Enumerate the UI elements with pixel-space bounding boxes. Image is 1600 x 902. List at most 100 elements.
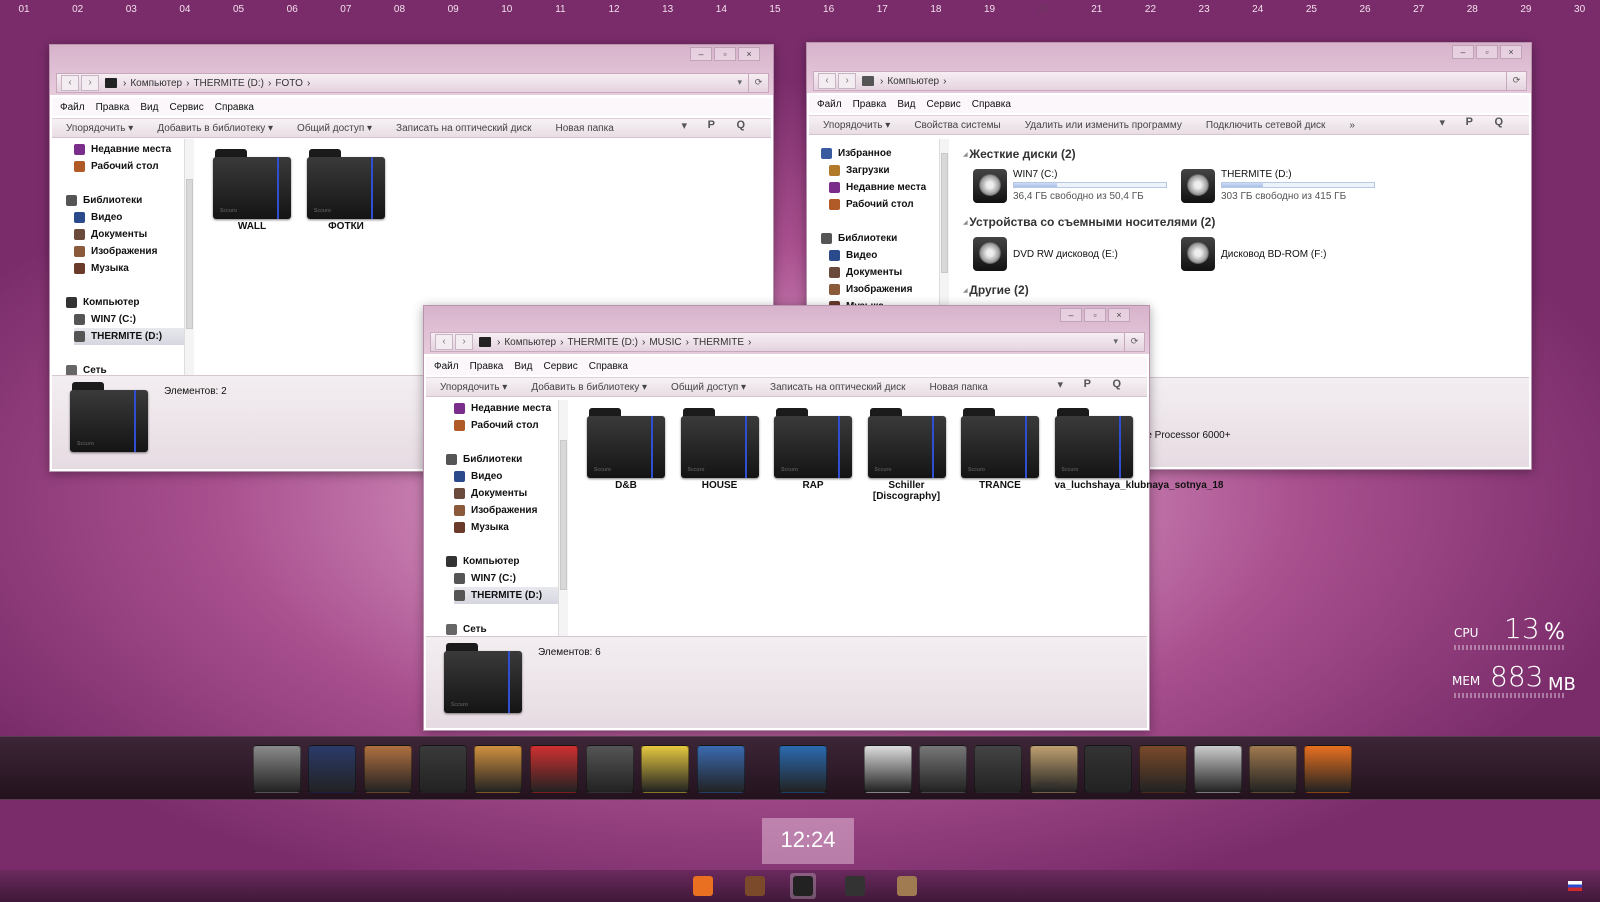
- menu-item[interactable]: Справка: [215, 102, 254, 113]
- folder-item[interactable]: Sccuro ФОТКИ: [307, 149, 385, 232]
- nav-item[interactable]: Документы: [74, 226, 194, 243]
- minimize-button[interactable]: –: [1060, 308, 1082, 322]
- toolbar-item[interactable]: Упорядочить ▾: [426, 382, 519, 393]
- day-number[interactable]: 10: [499, 4, 515, 20]
- refresh-button[interactable]: ⟳: [1124, 333, 1144, 351]
- group-header-other[interactable]: Другие (2): [963, 283, 1028, 297]
- explorer-window-music[interactable]: – ▫ × ‹ › › Компьютер › THERMITE (D:) › MUSIC…: [423, 305, 1223, 731]
- nav-item[interactable]: Загрузки: [829, 162, 949, 179]
- fox-app[interactable]: [1304, 745, 1352, 793]
- nav-item[interactable]: Музыка: [454, 519, 574, 536]
- gamepad-app[interactable]: [864, 745, 912, 793]
- menu-item[interactable]: Сервис: [926, 99, 960, 110]
- nav-item[interactable]: THERMITE (D:): [74, 328, 186, 345]
- nav-item[interactable]: Рабочий стол: [829, 196, 949, 213]
- toolbar-item[interactable]: Упорядочить ▾: [809, 120, 902, 131]
- chevron-down-icon[interactable]: ▾: [669, 119, 699, 132]
- nav-item[interactable]: Видео: [454, 468, 574, 485]
- day-number[interactable]: 11: [552, 4, 568, 20]
- day-number[interactable]: 02: [70, 4, 86, 20]
- nav-item[interactable]: Недавние места: [74, 141, 194, 158]
- close-button[interactable]: ×: [1500, 45, 1522, 59]
- chevron-down-icon[interactable]: ▾: [1045, 378, 1075, 391]
- suit-app[interactable]: [308, 745, 356, 793]
- refresh-button[interactable]: ⟳: [748, 74, 768, 92]
- day-number[interactable]: 15: [767, 4, 783, 20]
- group-header-removable[interactable]: Устройства со съемными носителями (2): [963, 215, 1215, 229]
- breadcrumb-item[interactable]: THERMITE: [693, 337, 744, 348]
- menu-item[interactable]: Правка: [853, 99, 887, 110]
- nav-item[interactable]: Документы: [829, 264, 949, 281]
- breadcrumb-item[interactable]: MUSIC: [649, 337, 681, 348]
- drive-item[interactable]: WIN7 (C:) 36,4 ГБ свободно из 50,4 ГБ: [973, 169, 1167, 203]
- day-number[interactable]: 25: [1303, 4, 1319, 20]
- toolbar-item[interactable]: Записать на оптический диск: [384, 123, 543, 134]
- back-button[interactable]: ‹: [818, 73, 836, 89]
- toolbar-item[interactable]: »: [1337, 120, 1367, 131]
- day-number[interactable]: 05: [231, 4, 247, 20]
- day-number[interactable]: 13: [660, 4, 676, 20]
- nav-item[interactable]: Изображения: [454, 502, 574, 519]
- forward-button[interactable]: ›: [81, 75, 99, 91]
- nav-item[interactable]: Недавние места: [454, 400, 574, 417]
- menu-item[interactable]: Справка: [589, 361, 628, 372]
- day-number[interactable]: 01: [16, 4, 32, 20]
- maximize-button[interactable]: ▫: [1476, 45, 1498, 59]
- calculator-app[interactable]: [586, 745, 634, 793]
- speaker-task[interactable]: [742, 873, 768, 899]
- forward-button[interactable]: ›: [455, 334, 473, 350]
- preview-pane-button[interactable]: P: [1072, 378, 1103, 390]
- menu-item[interactable]: Справка: [972, 99, 1011, 110]
- nav-item[interactable]: Библиотеки: [66, 192, 194, 209]
- refresh-button[interactable]: ⟳: [1506, 72, 1526, 90]
- breadcrumb-item[interactable]: Компьютер: [130, 78, 182, 89]
- menu-item[interactable]: Сервис: [543, 361, 577, 372]
- day-number[interactable]: 27: [1411, 4, 1427, 20]
- back-button[interactable]: ‹: [61, 75, 79, 91]
- day-number[interactable]: 18: [928, 4, 944, 20]
- day-number[interactable]: 20: [1035, 4, 1051, 20]
- toolbar-item[interactable]: Записать на оптический диск: [758, 382, 917, 393]
- nav-item[interactable]: WIN7 (C:): [454, 570, 574, 587]
- mail-app[interactable]: [1194, 745, 1242, 793]
- fox-task[interactable]: [690, 873, 716, 899]
- maximize-button[interactable]: ▫: [1084, 308, 1106, 322]
- nav-item[interactable]: Рабочий стол: [74, 158, 194, 175]
- video-task[interactable]: [842, 873, 868, 899]
- nav-item[interactable]: THERMITE (D:): [454, 587, 566, 604]
- menu-item[interactable]: Файл: [817, 99, 842, 110]
- nav-item[interactable]: Видео: [74, 209, 194, 226]
- day-number[interactable]: 04: [177, 4, 193, 20]
- address-bar[interactable]: ‹ › › Компьютер › ⟳: [813, 71, 1527, 91]
- menu-item[interactable]: Файл: [60, 102, 85, 113]
- polaroid-app[interactable]: polaroid: [1030, 745, 1078, 793]
- breadcrumb-item[interactable]: THERMITE (D:): [193, 78, 264, 89]
- downloads-task[interactable]: [894, 873, 920, 899]
- day-number[interactable]: 23: [1196, 4, 1212, 20]
- toolbar-item[interactable]: Новая папка: [543, 123, 625, 134]
- downloads-app[interactable]: [1249, 745, 1297, 793]
- help-button[interactable]: Q: [1482, 116, 1515, 128]
- close-button[interactable]: ×: [738, 47, 760, 61]
- folder-item[interactable]: Sccuro TRANCE: [961, 408, 1039, 491]
- nav-item[interactable]: Изображения: [74, 243, 194, 260]
- nav-item[interactable]: Музыка: [74, 260, 194, 277]
- minimize-button[interactable]: –: [1452, 45, 1474, 59]
- chevron-down-icon[interactable]: ▾: [737, 77, 742, 88]
- optical-drive-item[interactable]: DVD RW дисковод (E:): [973, 237, 1118, 271]
- folder-task[interactable]: [790, 873, 816, 899]
- nav-item[interactable]: Библиотеки: [446, 451, 574, 468]
- toolbar-item[interactable]: Удалить или изменить программу: [1013, 120, 1194, 131]
- toolbar-item[interactable]: Добавить в библиотеку ▾: [145, 123, 285, 134]
- toolbar-item[interactable]: Добавить в библиотеку ▾: [519, 382, 659, 393]
- toolbar-item[interactable]: Подключить сетевой диск: [1194, 120, 1338, 131]
- close-button[interactable]: ×: [1108, 308, 1130, 322]
- day-number[interactable]: 24: [1250, 4, 1266, 20]
- address-bar[interactable]: ‹ › › Компьютер › THERMITE (D:) › MUSIC › THERM…: [430, 332, 1145, 352]
- drive-item[interactable]: THERMITE (D:) 303 ГБ свободно из 415 ГБ: [1181, 169, 1375, 203]
- day-number[interactable]: 12: [606, 4, 622, 20]
- breadcrumb-item[interactable]: Компьютер: [504, 337, 556, 348]
- nav-item[interactable]: Библиотеки: [821, 230, 949, 247]
- day-number[interactable]: 06: [284, 4, 300, 20]
- group-header-hard-disks[interactable]: Жесткие диски (2): [963, 147, 1075, 161]
